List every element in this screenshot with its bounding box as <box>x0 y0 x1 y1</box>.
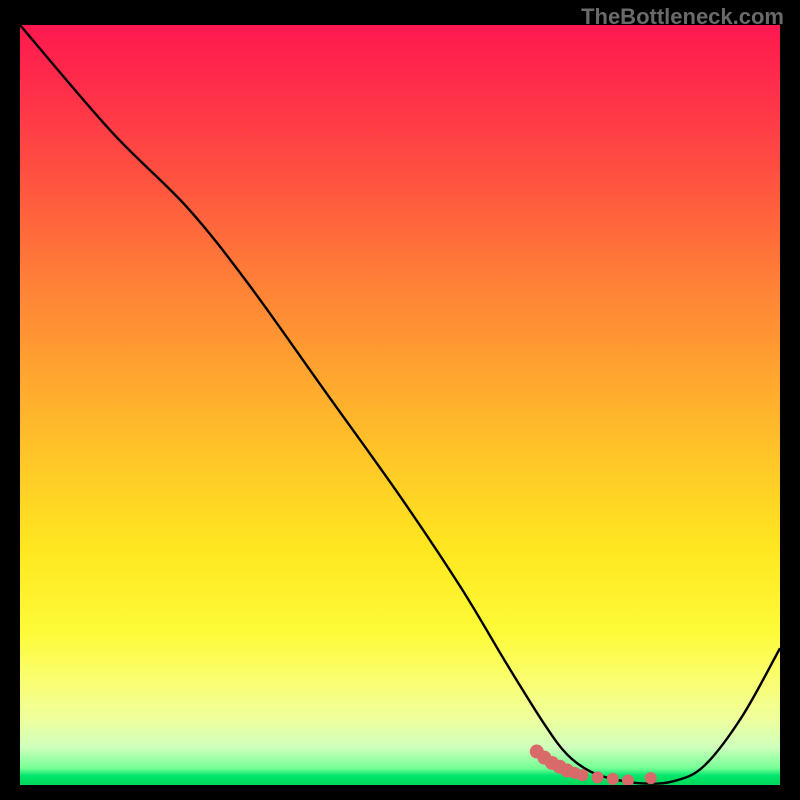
bottleneck-curve-line <box>20 25 780 784</box>
watermark-text: TheBottleneck.com <box>581 4 784 30</box>
plot-area <box>20 25 780 785</box>
marker-point <box>576 769 588 781</box>
marker-point <box>622 774 634 785</box>
chart-container: TheBottleneck.com <box>0 0 800 800</box>
marker-point <box>645 772 657 784</box>
marker-point <box>607 773 619 785</box>
marker-group <box>530 745 657 785</box>
chart-svg <box>20 25 780 785</box>
marker-point <box>592 771 604 783</box>
